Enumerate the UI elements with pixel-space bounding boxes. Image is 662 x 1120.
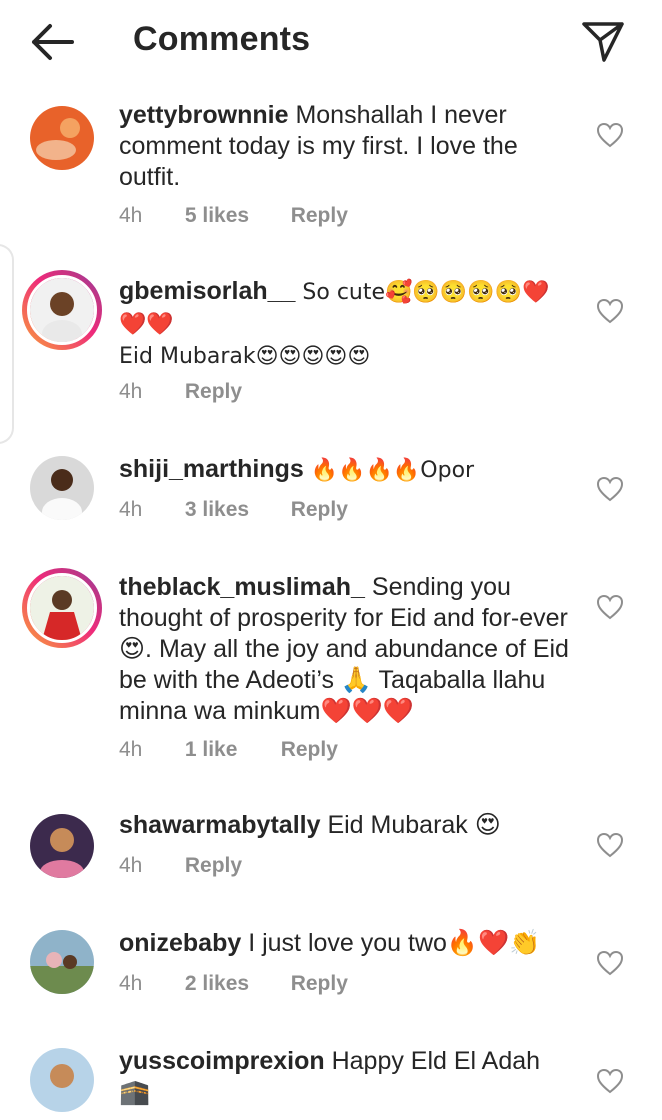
comment-meta: 4h 5 likes Reply <box>119 204 348 228</box>
comment-time: 4h <box>119 380 143 403</box>
comment-time: 4h <box>119 854 143 877</box>
comment-body: yusscoimprexion Happy Eld El Adah 🕋 <box>119 1046 574 1108</box>
reply-button[interactable]: Reply <box>185 380 242 404</box>
comment-meta: 4h Reply <box>119 380 242 404</box>
comment-text: I just love you two🔥❤️👏 <box>248 929 541 957</box>
comment-username[interactable]: yusscoimprexion <box>119 1047 325 1075</box>
reply-button[interactable]: Reply <box>291 972 348 996</box>
reply-button[interactable]: Reply <box>291 498 348 522</box>
comment-likes[interactable]: 3 likes <box>185 498 285 522</box>
comment-username[interactable]: onizebaby <box>119 929 241 957</box>
avatar[interactable] <box>22 1040 102 1120</box>
avatar[interactable] <box>22 806 102 886</box>
comment-username[interactable]: theblack_muslimah_ <box>119 573 365 601</box>
heart-icon[interactable] <box>596 1068 624 1094</box>
comment-likes[interactable]: 5 likes <box>185 204 285 228</box>
comment-body: yettybrownnie Monshallah I never comment… <box>119 100 574 193</box>
avatar[interactable] <box>22 448 102 528</box>
heart-icon[interactable] <box>596 476 624 502</box>
comment-likes[interactable]: 2 likes <box>185 972 285 996</box>
heart-icon[interactable] <box>596 594 624 620</box>
heart-icon[interactable] <box>596 298 624 324</box>
comment-username[interactable]: shiji_marthings <box>119 455 304 483</box>
comment-text: Eid Mubarak 😍 <box>327 811 501 839</box>
comment-username[interactable]: gbemisorlah__ <box>119 277 295 305</box>
heart-icon[interactable] <box>596 832 624 858</box>
comment-body: theblack_muslimah_ Sending you thought o… <box>119 572 574 727</box>
reply-button[interactable]: Reply <box>281 738 338 762</box>
comment-text: 🔥🔥🔥🔥Opor <box>310 458 475 483</box>
comment-body: onizebaby I just love you two🔥❤️👏 <box>119 928 574 959</box>
header-bar: Comments <box>0 0 662 86</box>
page-title: Comments <box>133 20 311 58</box>
drawer-edge-handle[interactable] <box>0 244 14 444</box>
comment-time: 4h <box>119 972 143 995</box>
comment-username[interactable]: shawarmabytally <box>119 811 321 839</box>
comment-time: 4h <box>119 738 143 761</box>
avatar[interactable] <box>22 98 102 178</box>
comment-text-line2: Eid Mubarak😍😍😍😍😍 <box>119 344 371 369</box>
comment-time: 4h <box>119 498 143 521</box>
comment-body: gbemisorlah__ So cute🥰🥺🥺🥺🥺❤️❤️❤️ Eid Mub… <box>119 276 574 372</box>
comment-meta: 4h Reply <box>119 854 242 878</box>
paper-plane-icon[interactable] <box>580 20 626 64</box>
comment-username[interactable]: yettybrownnie <box>119 101 288 129</box>
heart-icon[interactable] <box>596 122 624 148</box>
comment-likes[interactable]: 1 like <box>185 738 275 762</box>
comment-body: shiji_marthings 🔥🔥🔥🔥Opor <box>119 454 574 486</box>
avatar[interactable] <box>22 568 102 648</box>
comment-meta: 4h 1 like Reply <box>119 738 338 762</box>
reply-button[interactable]: Reply <box>291 204 348 228</box>
comment-meta: 4h 2 likes Reply <box>119 972 348 996</box>
avatar[interactable] <box>22 922 102 1002</box>
comment-meta: 4h 3 likes Reply <box>119 498 348 522</box>
arrow-left-icon[interactable] <box>28 22 76 62</box>
comment-time: 4h <box>119 204 143 227</box>
reply-button[interactable]: Reply <box>185 854 242 878</box>
heart-icon[interactable] <box>596 950 624 976</box>
avatar[interactable] <box>22 270 102 350</box>
comment-body: shawarmabytally Eid Mubarak 😍 <box>119 810 574 841</box>
